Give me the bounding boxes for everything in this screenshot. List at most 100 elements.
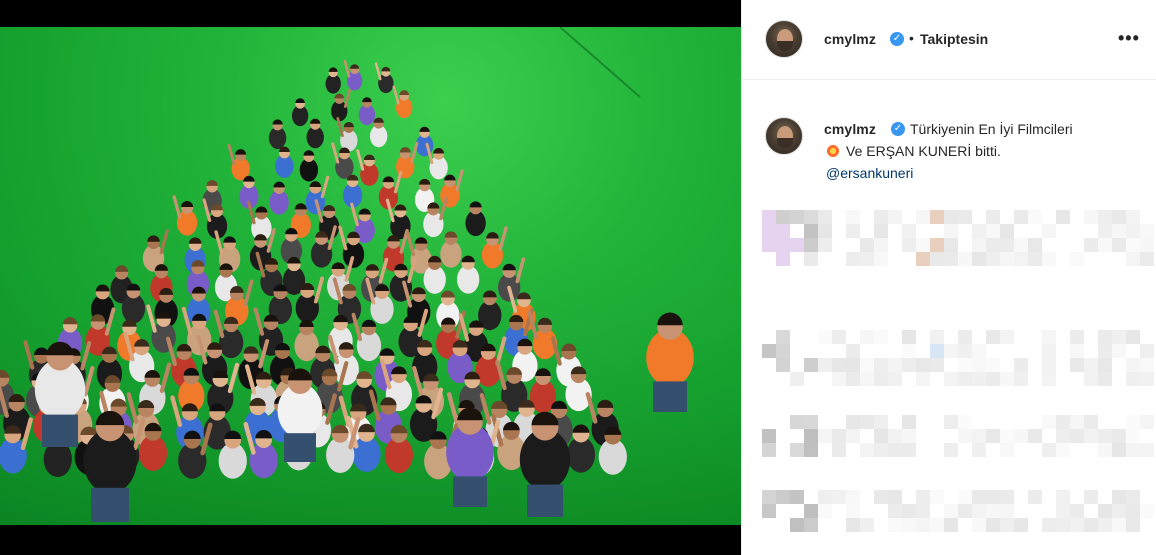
pixel-block xyxy=(1042,252,1056,266)
pixel-block xyxy=(1000,330,1014,344)
verified-badge-icon: ✓ xyxy=(891,122,905,136)
pixel-block xyxy=(832,330,846,344)
caption-avatar[interactable] xyxy=(765,117,803,155)
pixel-block xyxy=(1070,504,1084,518)
pixel-block xyxy=(1000,429,1014,443)
pixel-block xyxy=(916,210,930,224)
pixel-block xyxy=(1126,252,1140,266)
pixel-block xyxy=(1028,490,1042,504)
pixel-block xyxy=(972,372,986,386)
pixel-block xyxy=(818,330,832,344)
pixel-block xyxy=(832,443,846,457)
pixel-block xyxy=(1028,429,1042,443)
pixel-block xyxy=(776,224,790,238)
pixel-block xyxy=(1140,344,1154,358)
pixel-block xyxy=(930,490,944,504)
more-options-icon[interactable]: ••• xyxy=(1118,29,1140,47)
pixel-block xyxy=(1126,504,1140,518)
pixel-block xyxy=(762,238,776,252)
pixel-block xyxy=(958,358,972,372)
pixel-block xyxy=(860,518,874,532)
pixel-block xyxy=(1084,429,1098,443)
pixel-block xyxy=(986,504,1000,518)
pixel-block xyxy=(916,518,930,532)
pixel-block xyxy=(804,210,818,224)
pixel-block xyxy=(1098,330,1112,344)
pixel-block xyxy=(1098,238,1112,252)
pixel-block xyxy=(916,238,930,252)
pixel-block xyxy=(776,358,790,372)
pixel-block xyxy=(860,372,874,386)
pixel-block xyxy=(944,238,958,252)
pixel-block xyxy=(1140,415,1154,429)
pixel-block xyxy=(944,504,958,518)
caption-username-link[interactable]: cmylmz xyxy=(824,121,876,137)
pixel-block xyxy=(1014,429,1028,443)
pixel-block xyxy=(1140,238,1154,252)
pixel-block xyxy=(1014,358,1028,372)
pixel-block xyxy=(874,252,888,266)
pixel-block xyxy=(1098,358,1112,372)
pixel-block xyxy=(1112,504,1126,518)
pixel-block xyxy=(986,490,1000,504)
pixel-block xyxy=(972,490,986,504)
pixel-block xyxy=(1126,443,1140,457)
pixel-block xyxy=(1056,443,1070,457)
pixel-block xyxy=(888,443,902,457)
post-photo[interactable] xyxy=(0,27,741,525)
pixel-block xyxy=(902,518,916,532)
username-link[interactable]: cmylmz xyxy=(824,31,876,47)
pixel-block xyxy=(1000,372,1014,386)
pixel-block xyxy=(1126,224,1140,238)
pixel-block xyxy=(846,344,860,358)
pixel-block xyxy=(846,504,860,518)
pixel-block xyxy=(972,344,986,358)
user-avatar[interactable] xyxy=(765,20,803,58)
pixel-block xyxy=(1042,330,1056,344)
pixel-block xyxy=(874,224,888,238)
pixel-block xyxy=(1056,210,1070,224)
pixel-block xyxy=(958,504,972,518)
pixel-block xyxy=(846,372,860,386)
pixel-block xyxy=(846,210,860,224)
pixel-block xyxy=(930,252,944,266)
pixel-block xyxy=(1014,238,1028,252)
pixel-block xyxy=(1070,330,1084,344)
pixel-block xyxy=(804,429,818,443)
pixel-block xyxy=(916,252,930,266)
pixel-block xyxy=(958,252,972,266)
pixel-block xyxy=(762,344,776,358)
pixel-block xyxy=(1070,429,1084,443)
mention-link[interactable]: @ersankuneri xyxy=(826,165,913,181)
pixel-block xyxy=(902,504,916,518)
pixel-block xyxy=(832,429,846,443)
pixel-block xyxy=(1098,429,1112,443)
pixel-block xyxy=(916,490,930,504)
pixel-block xyxy=(1126,358,1140,372)
pixel-block xyxy=(958,372,972,386)
pixel-block xyxy=(1084,415,1098,429)
pixel-block xyxy=(986,330,1000,344)
pixel-block xyxy=(874,330,888,344)
pixel-block xyxy=(776,252,790,266)
pixel-block xyxy=(930,518,944,532)
pixel-block xyxy=(902,224,916,238)
pixel-block xyxy=(860,330,874,344)
pixel-block xyxy=(776,490,790,504)
post-header: cmylmz ✓ • Takiptesin ••• xyxy=(742,0,1156,80)
pixel-block xyxy=(944,252,958,266)
pixel-block xyxy=(1084,210,1098,224)
pixel-block xyxy=(986,210,1000,224)
pixel-block xyxy=(930,210,944,224)
collision-icon xyxy=(826,144,840,158)
following-status-button[interactable]: Takiptesin xyxy=(920,31,988,47)
pixel-block xyxy=(986,238,1000,252)
pixel-block xyxy=(818,429,832,443)
pixel-block xyxy=(944,224,958,238)
caption-text-line2: Ve ERŞAN KUNERİ bitti. xyxy=(846,143,1001,159)
pixel-block xyxy=(916,358,930,372)
pixel-block xyxy=(1000,504,1014,518)
pixel-block xyxy=(1000,490,1014,504)
pixel-block xyxy=(1028,238,1042,252)
pixel-block xyxy=(888,372,902,386)
